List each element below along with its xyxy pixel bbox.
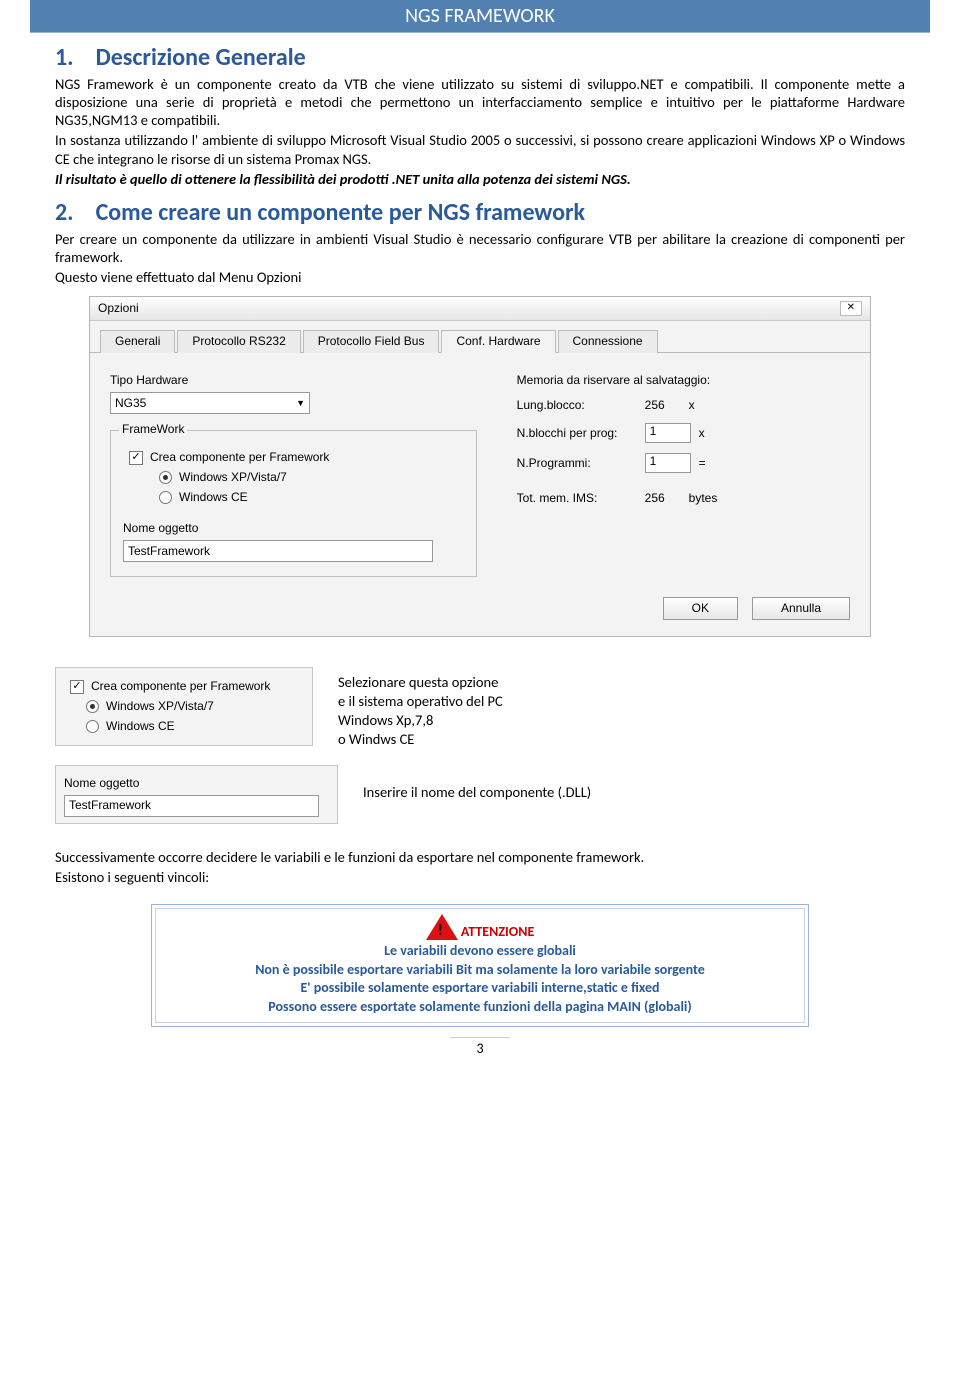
section1-p1: NGS Framework è un componente creato da … — [55, 75, 905, 129]
warning-title: ATTENZIONE — [461, 923, 534, 940]
tab-fieldbus[interactable]: Protocollo Field Bus — [303, 330, 440, 353]
snippet2-text: Inserire il nome del componente (.DLL) — [363, 765, 591, 802]
framework-legend: FrameWork — [119, 422, 187, 437]
snippet-radio-xp[interactable]: Windows XP/Vista/7 — [86, 699, 304, 714]
snippet-checkbox[interactable]: ✓Crea componente per Framework — [70, 679, 304, 694]
snippet-objlabel: Nome oggetto — [64, 776, 329, 791]
cancel-button[interactable]: Annulla — [752, 597, 850, 620]
snippet1-text: Selezionare questa opzione e il sistema … — [338, 667, 503, 748]
page-number: 3 — [450, 1037, 510, 1058]
hardware-combo[interactable]: NG35▼ — [110, 392, 310, 414]
mem-nprog-label: N.Programmi: — [517, 456, 637, 471]
mem-lungblocco-value: 256 — [645, 398, 681, 413]
after-p1: Successivamente occorre decidere le vari… — [55, 848, 905, 866]
radio-winxp[interactable]: Windows XP/Vista/7 — [159, 470, 464, 485]
section2-title: 2.Come creare un componente per NGS fram… — [55, 198, 905, 228]
snippet-radio-ce[interactable]: Windows CE — [86, 719, 304, 734]
section1-p2: In sostanza utilizzando l' ambiente di s… — [55, 131, 905, 167]
tab-confhardware[interactable]: Conf. Hardware — [441, 330, 555, 353]
snippet-panel-framework: ✓Crea componente per Framework Windows X… — [55, 667, 313, 746]
after-p2: Esistono i seguenti vincoli: — [55, 868, 905, 886]
dialog-title: Opzioni — [98, 301, 139, 316]
radio-wince[interactable]: Windows CE — [159, 490, 464, 505]
warning-l4: Possono essere esportate solamente funzi… — [268, 998, 691, 1015]
create-component-checkbox[interactable]: ✓Crea componente per Framework — [129, 450, 464, 465]
hardware-label: Tipo Hardware — [110, 373, 477, 388]
framework-groupbox: FrameWork ✓Crea componente per Framework… — [110, 430, 477, 577]
section2-p2: Questo viene effettuato dal Menu Opzioni — [55, 268, 905, 286]
warning-box: ATTENZIONE Le variabili devono essere gl… — [151, 904, 809, 1027]
dialog-tabs: Generali Protocollo RS232 Protocollo Fie… — [90, 321, 870, 353]
page-header: NGS FRAMEWORK — [30, 0, 930, 33]
object-name-input[interactable]: TestFramework — [123, 540, 433, 562]
mem-tot-value: 256 — [645, 491, 681, 506]
mem-header: Memoria da riservare al salvataggio: — [517, 373, 850, 388]
close-button[interactable]: ✕ — [840, 301, 862, 316]
tab-rs232[interactable]: Protocollo RS232 — [177, 330, 300, 353]
mem-tot-label: Tot. mem. IMS: — [517, 491, 637, 506]
tab-connessione[interactable]: Connessione — [558, 330, 658, 353]
snippet-objinput[interactable]: TestFramework — [64, 795, 319, 817]
warning-l1: Le variabili devono essere globali — [384, 942, 576, 959]
chevron-down-icon: ▼ — [296, 398, 305, 409]
options-dialog: Opzioni ✕ Generali Protocollo RS232 Prot… — [89, 296, 871, 637]
warning-icon — [426, 914, 458, 940]
section2-p1: Per creare un componente da utilizzare i… — [55, 230, 905, 266]
mem-nblocchi-label: N.blocchi per prog: — [517, 426, 637, 441]
section1-title: 1.Descrizione Generale — [55, 43, 905, 73]
object-name-label: Nome oggetto — [123, 521, 464, 536]
tab-generali[interactable]: Generali — [100, 330, 175, 353]
warning-l2: Non è possibile esportare variabili Bit … — [255, 961, 705, 978]
section1-p3: Il risultato è quello di ottenere la fle… — [55, 170, 905, 188]
warning-l3: E' possibile solamente esportare variabi… — [300, 979, 659, 996]
mem-lungblocco-label: Lung.blocco: — [517, 398, 637, 413]
mem-nprog-input[interactable]: 1 — [645, 453, 691, 473]
snippet-panel-objectname: Nome oggetto TestFramework — [55, 765, 338, 824]
mem-nblocchi-input[interactable]: 1 — [645, 423, 691, 443]
ok-button[interactable]: OK — [663, 597, 738, 620]
